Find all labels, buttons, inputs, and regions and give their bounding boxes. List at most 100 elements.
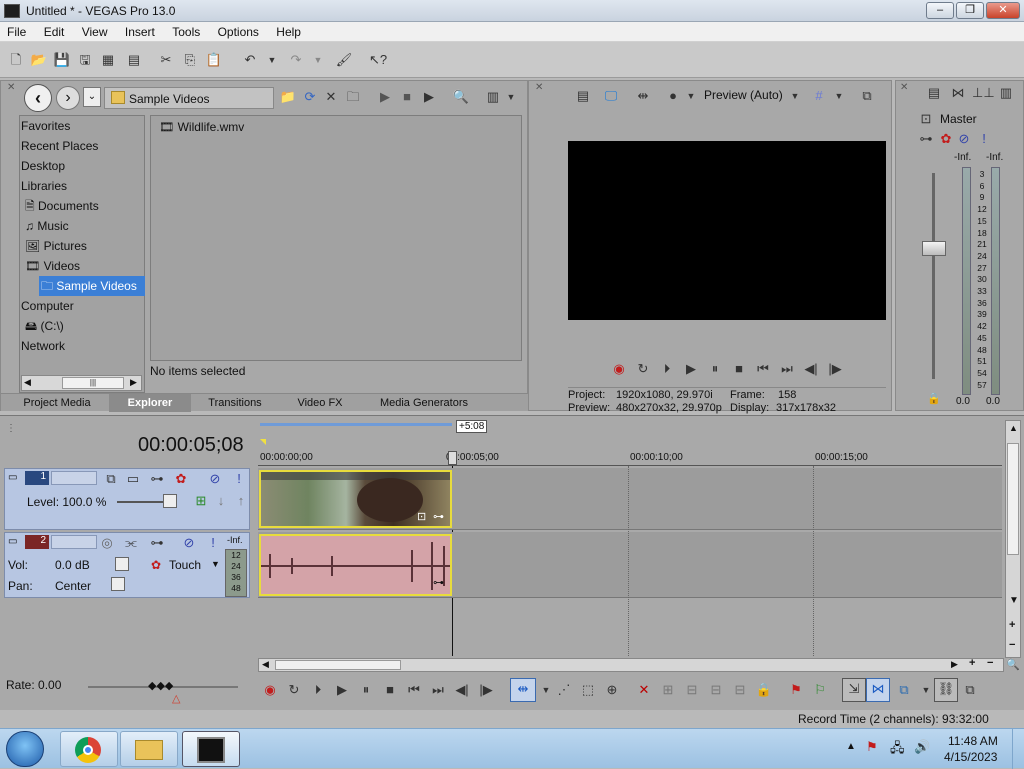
track-name-field[interactable] [51, 471, 97, 485]
scroll-thumb[interactable]: ||| [62, 377, 124, 389]
preview-settings-icon[interactable]: ▤ [573, 86, 593, 106]
solo-icon[interactable]: ! [203, 533, 223, 553]
playback-rate-handle[interactable]: ◆◆◆ [148, 679, 173, 692]
insert-fx-icon[interactable]: ⊶ [916, 129, 936, 149]
dim-output-icon[interactable]: ⊥⊥ [972, 83, 995, 103]
panel-grip[interactable]: ✕ [535, 83, 543, 93]
trim-icon[interactable]: ⊞ [658, 680, 678, 700]
maximize-button[interactable]: ❐ [956, 2, 984, 19]
track-fx-icon[interactable]: ✿ [171, 469, 191, 489]
automation-dropdown-icon[interactable]: ▼ [211, 559, 220, 569]
tree-item-desktop[interactable]: Desktop [21, 156, 144, 176]
properties-icon[interactable]: ▤ [124, 50, 144, 70]
selection-tool-icon[interactable]: ⬚ [578, 680, 598, 700]
tree-item-favorites[interactable]: Favorites [21, 116, 144, 136]
refresh-icon[interactable]: ⟳ [300, 87, 320, 107]
path-field[interactable]: Sample Videos [104, 87, 274, 109]
mixer-properties-icon[interactable]: ▤ [924, 83, 944, 103]
tree-item-documents[interactable]: 🗎 Documents [21, 196, 144, 216]
zoom-out-horizontal-icon[interactable]: − [987, 657, 993, 669]
previous-frame-button[interactable]: ◀| [801, 359, 821, 379]
video-track-header[interactable]: ▭ 1 ⧉ ▭ ⊶ ✿ ⊘ ! Level: 100.0 % ⊞ ↓ ↑ [4, 468, 250, 530]
trim-end-icon[interactable]: ⊟ [706, 680, 726, 700]
timeline-previous-frame-button[interactable]: ◀| [452, 680, 472, 700]
zoom-tool-icon[interactable]: 🔍 [1006, 658, 1020, 671]
timeline-horizontal-scrollbar[interactable]: ◀ ▶ + − [258, 657, 1004, 672]
file-item-wildlife[interactable]: 🎞 Wildlife.wmv [159, 120, 244, 134]
menu-edit[interactable]: Edit [37, 22, 72, 39]
panel-grip[interactable]: ⋮ [6, 424, 16, 434]
solo-icon[interactable]: ! [229, 469, 249, 489]
timeline-play-button[interactable]: ▶ [332, 680, 352, 700]
horizontal-scroll-thumb[interactable] [275, 660, 401, 670]
timeline-record-button[interactable]: ◉ [260, 680, 280, 700]
loop-region-bar[interactable] [260, 423, 452, 426]
zoom-in-vertical-icon[interactable]: + [1009, 619, 1015, 631]
scroll-right-icon[interactable]: ▶ [130, 377, 137, 388]
zoom-in-horizontal-icon[interactable]: + [969, 657, 975, 669]
go-to-start-button[interactable]: ⏮ [753, 359, 773, 379]
master-fx-icon[interactable]: ✿ [936, 129, 956, 149]
time-ruler[interactable]: 00:00:00;00 00:00:05;00 00:00:10;00 00:0… [258, 451, 1002, 466]
go-to-end-button[interactable]: ⏭ [777, 359, 797, 379]
action-center-icon[interactable]: ⚑ [866, 739, 878, 755]
pan-handle[interactable] [111, 577, 125, 591]
taskbar-chrome[interactable] [60, 731, 118, 767]
timeline-next-frame-button[interactable]: |▶ [476, 680, 496, 700]
insert-marker-icon[interactable]: ⚑ [786, 680, 806, 700]
menu-insert[interactable]: Insert [118, 22, 162, 39]
ignore-grouping-icon[interactable]: ⇲ [842, 678, 866, 702]
auto-ripple-dropdown-icon[interactable]: ▼ [916, 680, 936, 700]
split-screen-icon[interactable]: ⇹ [633, 86, 653, 106]
views-dropdown-icon[interactable]: ▼ [501, 87, 521, 107]
scroll-up-icon[interactable]: ▲ [1009, 423, 1018, 433]
show-hidden-icons[interactable]: ▲ [846, 741, 856, 752]
panel-grip[interactable]: ✕ [7, 83, 15, 93]
open-icon[interactable]: 📂 [29, 50, 49, 70]
redo-dropdown-icon[interactable]: ▼ [308, 50, 328, 70]
in-point-marker[interactable] [260, 439, 266, 445]
event-fx-icon[interactable]: ⊶ [433, 510, 444, 523]
mute-icon[interactable]: ⊘ [205, 469, 225, 489]
video-level-handle[interactable] [163, 494, 177, 508]
master-fader-handle[interactable] [922, 241, 946, 256]
timeline-play-from-start-button[interactable]: ⏵ [308, 680, 328, 700]
tree-item-recent-places[interactable]: Recent Places [21, 136, 144, 156]
scroll-left-icon[interactable]: ◀ [24, 377, 31, 388]
timeline-pause-button[interactable]: ⏸ [356, 680, 376, 700]
play-icon[interactable]: ▶ [375, 87, 395, 107]
lock-envelopes-icon[interactable]: ⛓ [934, 678, 958, 702]
timeline-go-to-start-button[interactable]: ⏮ [404, 680, 424, 700]
redo-icon[interactable]: ↷ [286, 50, 306, 70]
downmix-icon[interactable]: ⋈ [948, 83, 968, 103]
split-icon[interactable]: ⊟ [730, 680, 750, 700]
track-motion-icon[interactable]: ▭ [123, 469, 143, 489]
insert-fx-icon[interactable]: ⊶ [147, 533, 167, 553]
tab-video-fx[interactable]: Video FX [283, 394, 357, 412]
forward-button[interactable]: › [56, 86, 80, 110]
envelope-tool-icon[interactable]: ⋰ [554, 680, 574, 700]
tree-item-libraries[interactable]: Libraries [21, 176, 144, 196]
preview-quality-dropdown-icon[interactable]: ▼ [681, 86, 701, 106]
compositing-mode-icon[interactable]: ⧉ [101, 469, 121, 489]
audio-track-header[interactable]: ▭ 2 ◎ ⫘ ⊶ ⊘ ! Vol: 0.0 dB ✿ Touch ▼ Pan:… [4, 532, 250, 598]
paste-icon[interactable]: 📋 [204, 50, 224, 70]
tree-scrollbar[interactable]: ◀ ||| ▶ [21, 375, 142, 391]
tree-item-c-drive[interactable]: 🖴 (C:\) [21, 316, 144, 336]
tree-item-videos[interactable]: 🎞 Videos [21, 256, 144, 276]
menu-help[interactable]: Help [269, 22, 308, 39]
track-collapse-icon[interactable]: ▭ [8, 472, 17, 483]
timecode-display[interactable]: 00:00:05;08 [138, 434, 244, 457]
timeline-go-to-end-button[interactable]: ⏭ [428, 680, 448, 700]
record-button[interactable]: ◉ [609, 359, 629, 379]
timeline-vertical-scrollbar[interactable]: ▲ ▼ + − [1005, 420, 1021, 658]
tab-transitions[interactable]: Transitions [197, 394, 273, 412]
volume-icon[interactable]: 🔊 [914, 739, 930, 755]
preview-mode-dropdown-icon[interactable]: ▼ [785, 86, 805, 106]
move-up-icon[interactable]: ↑ [231, 491, 251, 511]
show-desktop-button[interactable] [1012, 729, 1024, 769]
tab-media-generators[interactable]: Media Generators [367, 394, 481, 412]
undo-dropdown-icon[interactable]: ▼ [262, 50, 282, 70]
play-button[interactable]: ▶ [681, 359, 701, 379]
overlays-icon[interactable]: # [809, 86, 829, 106]
